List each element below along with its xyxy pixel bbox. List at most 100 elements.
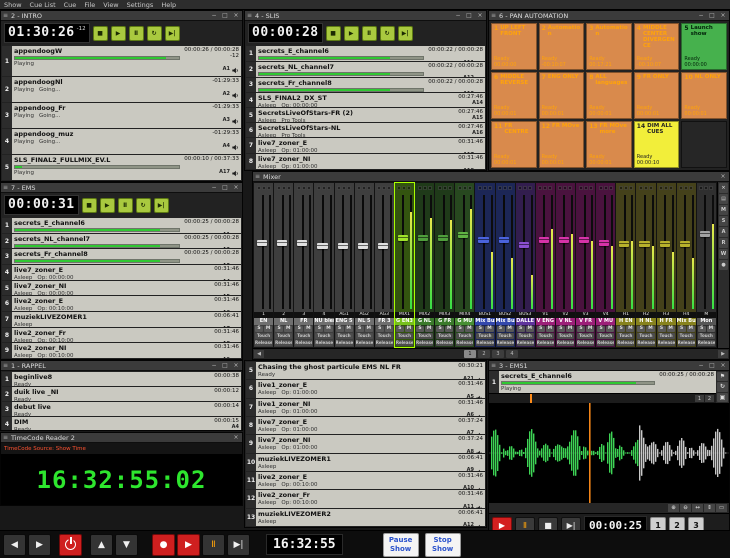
up-button[interactable]: ▲ xyxy=(90,534,113,556)
cue-row[interactable]: 1secrets_E_channel6Playing00:00:22 / 00:… xyxy=(246,46,485,61)
cue-row[interactable]: 6live2_zoner_EAsleepOp: 00:10:0000:31:46… xyxy=(2,296,241,311)
strip-option-buttons[interactable] xyxy=(697,183,716,192)
solo-button[interactable]: S xyxy=(456,326,464,332)
fader-handle[interactable] xyxy=(398,235,408,241)
solo-button[interactable]: S xyxy=(275,326,283,332)
cue-row[interactable]: 3debut liveReady00:00:14A3 xyxy=(2,402,241,416)
pause-show-button[interactable]: Pause Show xyxy=(383,533,419,557)
maximize-button[interactable]: □ xyxy=(465,11,473,20)
menu-help[interactable]: Help xyxy=(161,0,176,10)
window-menu-icon[interactable]: ≡ xyxy=(3,361,8,370)
release-button[interactable]: Release xyxy=(295,340,312,346)
fader-handle[interactable] xyxy=(277,240,287,246)
zoom-fit-height-button[interactable]: ⇕ xyxy=(704,504,715,512)
fader[interactable] xyxy=(457,193,472,311)
touch-button[interactable]: Touch xyxy=(315,333,332,339)
mute-button[interactable]: M xyxy=(345,326,353,332)
solo-button[interactable]: S xyxy=(537,326,545,332)
solo-button[interactable]: S xyxy=(698,326,706,332)
strip-option-buttons[interactable] xyxy=(616,183,635,192)
release-button[interactable]: Release xyxy=(456,340,473,346)
cue-row[interactable]: 6live1_zoner_EAsleepOp: 01:00:0000:31:46… xyxy=(246,380,485,397)
ruler-page-button[interactable]: 1 xyxy=(695,395,704,402)
release-button[interactable]: Release xyxy=(698,340,715,346)
pan-tile[interactable]: 3AutomationReady00:17:21 xyxy=(586,23,632,70)
fader-handle[interactable] xyxy=(297,240,307,246)
cue-row[interactable]: 9live7_zoner_NIAsleepOp: 01:00:0000:37:2… xyxy=(246,435,485,452)
mixer-tool-button[interactable]: × xyxy=(719,183,728,193)
pan-tile[interactable]: 4MIDDLE CENTER DIVERGENCEReady-00:10:07 xyxy=(634,23,680,70)
maximize-button[interactable]: □ xyxy=(221,183,229,192)
solo-button[interactable]: S xyxy=(356,326,364,332)
strip-option-buttons[interactable] xyxy=(596,183,615,192)
fader[interactable] xyxy=(397,193,412,311)
window-titlebar[interactable]: ≡TimeCode Reader 2× xyxy=(1,433,242,443)
page-button[interactable]: 2 xyxy=(478,350,490,358)
release-button[interactable]: Release xyxy=(537,340,554,346)
cue-row[interactable]: 10muziekLIVEZOMER1Asleep00:06:41A9 xyxy=(246,454,485,471)
solo-button[interactable]: S xyxy=(396,326,404,332)
fader[interactable] xyxy=(437,193,452,311)
mute-button[interactable]: M xyxy=(425,326,433,332)
pan-tile[interactable]: 5Launch showReady00:00:00 xyxy=(681,23,727,70)
mute-button[interactable]: M xyxy=(324,326,332,332)
fader-handle[interactable] xyxy=(499,237,509,243)
release-button[interactable]: Release xyxy=(255,340,272,346)
cue-row[interactable]: 5Chasing the ghost particule EMS NL FRRe… xyxy=(246,362,485,379)
cue-row[interactable]: 4live7_zoner_EAsleepOp: 00:00:0000:31:46… xyxy=(2,265,241,280)
solo-button[interactable]: S xyxy=(617,326,625,332)
pan-tile[interactable]: 12FR MOveReady00:00:01 xyxy=(539,121,585,168)
flag-button[interactable]: ⚑ xyxy=(717,372,728,381)
release-button[interactable]: Release xyxy=(517,340,534,346)
minimize-button[interactable]: − xyxy=(454,11,462,20)
close-button[interactable]: × xyxy=(232,361,240,370)
touch-button[interactable]: Touch xyxy=(617,333,634,339)
cue-row[interactable]: 9live2_zoner_NIAsleepOp: 00:10:0000:31:4… xyxy=(2,343,241,358)
fader[interactable] xyxy=(377,193,392,311)
page-button[interactable]: 3 xyxy=(492,350,504,358)
pan-tile[interactable]: 9FR ONLYReady00:00:01 xyxy=(634,72,680,119)
close-button[interactable]: × xyxy=(719,361,727,370)
fader-handle[interactable] xyxy=(660,241,670,247)
window-titlebar[interactable]: ≡Mixer× xyxy=(253,172,729,182)
play-button[interactable]: ▶ xyxy=(344,26,359,41)
mute-button[interactable]: M xyxy=(264,326,272,332)
scroll-right-button[interactable]: ▶ xyxy=(718,350,728,358)
cue-row[interactable]: 7muziekLIVEZOMER1Asleep00:06:41A7 xyxy=(2,312,241,327)
solo-button[interactable]: S xyxy=(597,326,605,332)
pause-button[interactable]: Ⅱ xyxy=(362,26,377,41)
fader-handle[interactable] xyxy=(338,243,348,249)
cue-row[interactable]: 3secrets_Fr_channel8Playing00:00:22 / 00… xyxy=(246,78,485,93)
window-menu-icon[interactable]: ≡ xyxy=(491,11,496,20)
mute-button[interactable]: M xyxy=(606,326,614,332)
maximize-button[interactable]: □ xyxy=(221,361,229,370)
stop-button[interactable]: ■ xyxy=(326,26,341,41)
close-button[interactable]: × xyxy=(232,183,240,192)
menu-cue[interactable]: Cue xyxy=(64,0,77,10)
mute-button[interactable]: M xyxy=(385,326,393,332)
strip-option-buttons[interactable] xyxy=(375,183,394,192)
touch-button[interactable]: Touch xyxy=(396,333,413,339)
window-menu-icon[interactable]: ≡ xyxy=(247,11,252,20)
fader-handle[interactable] xyxy=(579,237,589,243)
strip-option-buttons[interactable] xyxy=(274,183,293,192)
cue-row[interactable]: 4SLS_FINAL2_DX_STAsleepOp: 00:00:0000:27… xyxy=(246,93,485,107)
pan-tile[interactable]: 1UP LEFT FRONTReady00:00:00 xyxy=(491,23,537,70)
release-button[interactable]: Release xyxy=(617,340,634,346)
touch-button[interactable]: Touch xyxy=(597,333,614,339)
mute-button[interactable]: M xyxy=(566,326,574,332)
fader[interactable] xyxy=(659,193,674,311)
fader[interactable] xyxy=(558,193,573,311)
release-button[interactable]: Release xyxy=(356,340,373,346)
cue-row[interactable]: 1beginlive8Ready00:00:38A1 xyxy=(2,372,241,386)
minimize-button[interactable]: − xyxy=(697,11,705,20)
pan-tile[interactable]: 11FR CENTREReady00:00:01 xyxy=(491,121,537,168)
mixer-tool-button[interactable]: A xyxy=(719,227,728,237)
ruler-page-button[interactable]: 2 xyxy=(705,395,714,402)
release-button[interactable]: Release xyxy=(658,340,675,346)
cue-row[interactable]: 1appendoogWPlaying00:00:26 / 00:00:28-12… xyxy=(2,46,241,76)
mixer-tool-button[interactable]: M xyxy=(719,205,728,215)
window-menu-icon[interactable]: ≡ xyxy=(3,11,8,20)
touch-button[interactable]: Touch xyxy=(537,333,554,339)
cue-row[interactable]: 2secrets_NL_channel7Playing00:00:25 / 00… xyxy=(2,234,241,249)
